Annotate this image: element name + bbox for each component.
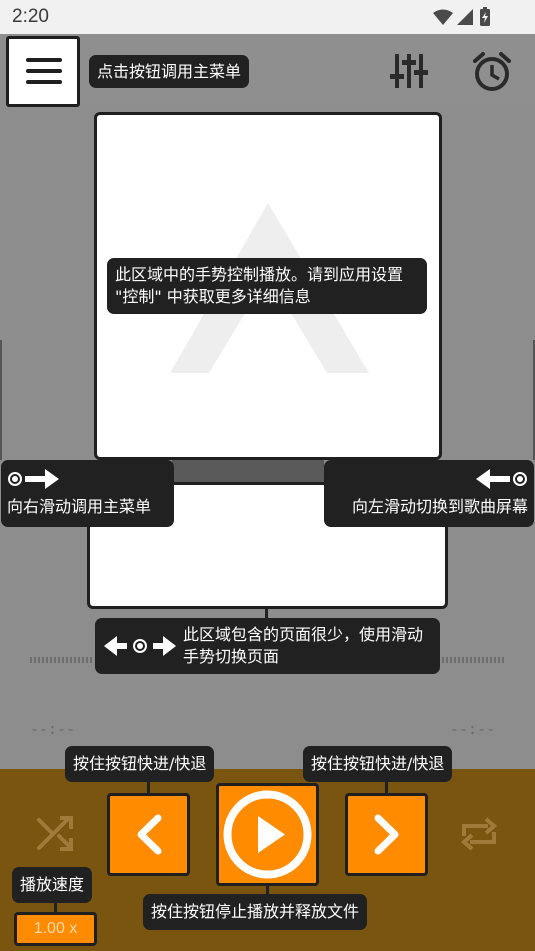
hamburger-icon-bar [26,80,62,84]
status-bar: 2:20 [0,0,535,34]
left-edge-indicator [0,340,2,460]
tooltip-swipe-right: 向右滑动调用主菜单 [1,460,174,527]
status-icons [431,7,495,33]
play-button[interactable] [216,783,319,886]
swipe-right-icon [8,469,59,489]
repeat-icon [460,817,498,851]
page-indicator-left [30,657,92,663]
swipe-right-label: 向右滑动调用主菜单 [7,497,152,516]
shuffle-icon [37,816,73,851]
status-time: 2:20 [12,6,49,27]
playback-speed-button[interactable]: 1.00 x [14,912,97,946]
alarm-clock-icon [473,52,511,91]
hamburger-icon-bar [26,58,62,62]
hamburger-icon-bar [26,69,62,73]
equalizer-button[interactable] [390,52,428,94]
tooltip-menu: 点击按钮调用主菜单 [89,55,250,88]
swipe-left-icon [476,469,527,489]
tooltip-gesture-area: 此区域中的手势控制播放。请到应用设置 "控制" 中获取更多详细信息 [107,258,427,314]
time-total: --:-- [450,720,496,738]
swipe-both-icon [104,636,176,656]
tooltip-seek-left: 按住按钮快进/快退 [65,746,215,782]
swipe-left-label: 向左滑动切换到歌曲屏幕 [351,497,528,516]
alarm-button[interactable] [471,51,513,97]
menu-button[interactable] [6,36,80,107]
tooltip-hold-stop: 按住按钮停止播放并释放文件 [143,894,368,930]
repeat-button[interactable] [458,814,500,858]
tooltip-seek-right: 按住按钮快进/快退 [303,746,453,782]
time-elapsed: --:-- [30,720,76,738]
tooltip-few-pages: 此区域包含的页面很少，使用滑动手势切换页面 [95,618,440,674]
tooltip-swipe-left: 向左滑动切换到歌曲屏幕 [324,460,534,527]
wifi-signal-battery-icon [433,7,490,26]
chevron-right-icon [374,814,399,855]
chevron-left-icon [137,814,162,855]
shuffle-button[interactable] [36,814,76,858]
play-icon [223,790,312,879]
few-pages-label: 此区域包含的页面很少，使用滑动手势切换页面 [183,625,424,666]
next-button[interactable] [345,793,428,876]
equalizer-icon [390,54,428,88]
page-indicator-right [442,657,504,663]
page-divider [172,460,324,482]
tooltip-playback-speed: 播放速度 [12,867,93,903]
previous-button[interactable] [107,793,190,876]
top-toolbar [0,34,535,104]
